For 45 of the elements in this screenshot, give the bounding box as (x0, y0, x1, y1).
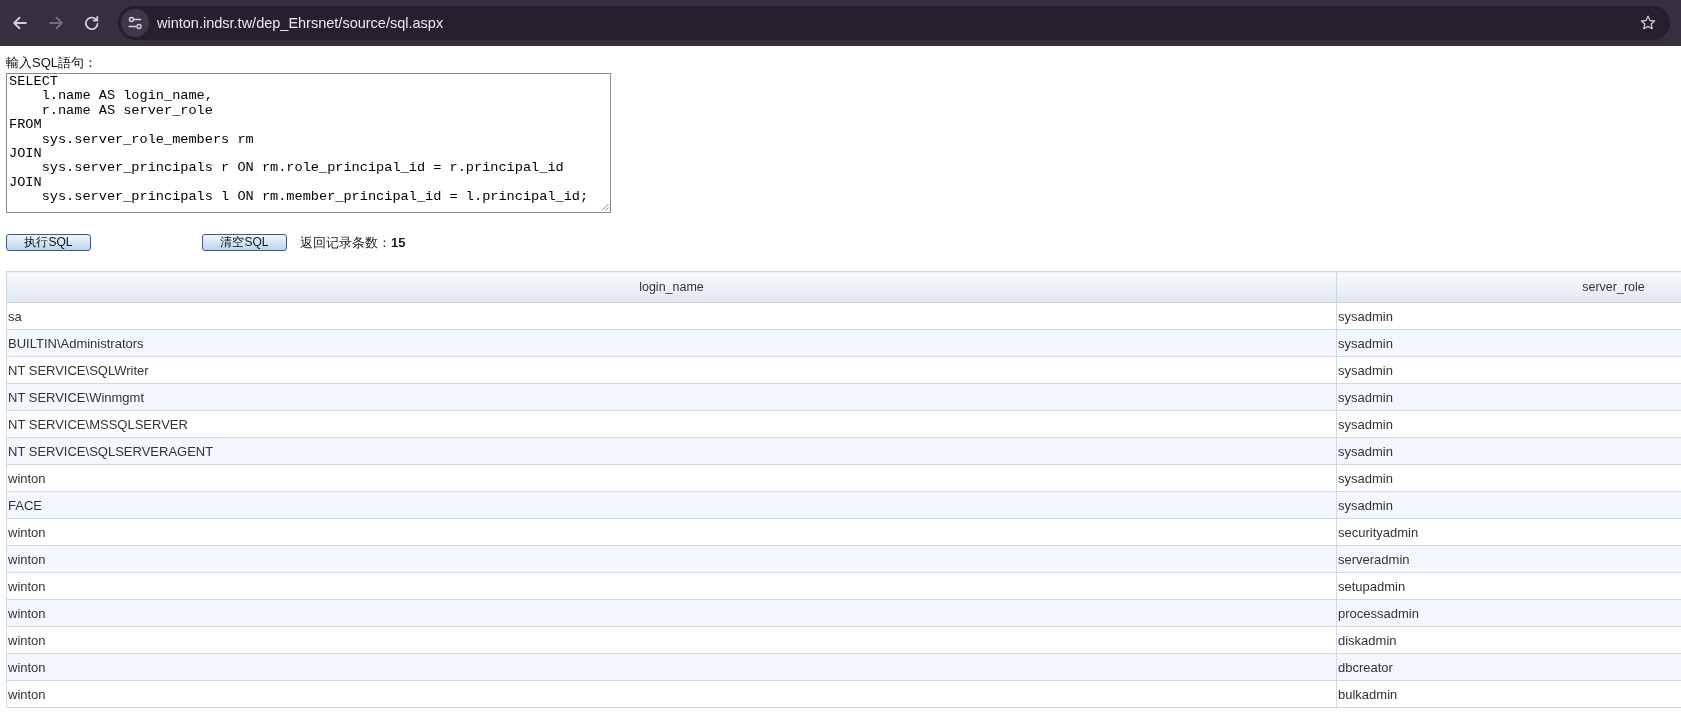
sql-input-field[interactable]: SELECT l.name AS login_name, r.name AS server_role FROM sys.server_role_members rm JOIN sys.server_principals r ON rm.role_principal_id = r.principal_id JOIN sys.server_principals l ON rm.member_principal_id = l.principal_id; (6, 73, 611, 213)
table-cell: sysadmin (1336, 329, 1681, 357)
table-cell: winton (6, 464, 1337, 492)
record-count-text: 返回记录条数：15 (300, 233, 406, 252)
column-header: server_role (1336, 271, 1681, 303)
reload-icon (85, 16, 99, 30)
table-cell: setupadmin (1336, 572, 1681, 600)
table-cell: sysadmin (1336, 437, 1681, 465)
table-cell: FACE (6, 491, 1337, 519)
clear-sql-button[interactable]: 清空SQL (202, 234, 287, 251)
table-cell: winton (6, 680, 1337, 708)
table-cell: NT SERVICE\Winmgmt (6, 383, 1337, 411)
table-cell: sysadmin (1336, 464, 1681, 492)
table-cell: bulkadmin (1336, 680, 1681, 708)
execute-sql-button[interactable]: 执行SQL (6, 234, 91, 251)
site-settings-icon[interactable] (121, 9, 149, 37)
table-cell: winton (6, 545, 1337, 573)
table-cell: BUILTIN\Administrators (6, 329, 1337, 357)
table-cell: sa (6, 302, 1337, 330)
table-cell: NT SERVICE\SQLWriter (6, 356, 1337, 384)
resize-grip-icon[interactable] (601, 203, 609, 211)
table-cell: winton (6, 572, 1337, 600)
table-cell: NT SERVICE\MSSQLSERVER (6, 410, 1337, 438)
table-cell: winton (6, 653, 1337, 681)
star-icon[interactable] (1640, 15, 1656, 31)
table-cell: sysadmin (1336, 302, 1681, 330)
sql-label: 輸入SQL語句： (6, 55, 98, 71)
table-cell: NT SERVICE\SQLSERVERAGENT (6, 437, 1337, 465)
table-cell: sysadmin (1336, 410, 1681, 438)
url-text: winton.indsr.tw/dep_Ehrsnet/source/sql.aspx (157, 15, 444, 31)
table-cell: dbcreator (1336, 653, 1681, 681)
table-cell: processadmin (1336, 599, 1681, 627)
table-cell: sysadmin (1336, 491, 1681, 519)
table-cell: sysadmin (1336, 383, 1681, 411)
table-cell: winton (6, 599, 1337, 627)
table-cell: winton (6, 518, 1337, 546)
address-bar[interactable]: winton.indsr.tw/dep_Ehrsnet/source/sql.aspx (118, 6, 1670, 40)
column-header: login_name (6, 271, 1337, 303)
left-arrow-icon (13, 16, 27, 30)
right-arrow-icon (49, 16, 63, 30)
table-cell: winton (6, 626, 1337, 654)
table-cell: diskadmin (1336, 626, 1681, 654)
table-cell: sysadmin (1336, 356, 1681, 384)
table-cell: securityadmin (1336, 518, 1681, 546)
table-cell: serveradmin (1336, 545, 1681, 573)
